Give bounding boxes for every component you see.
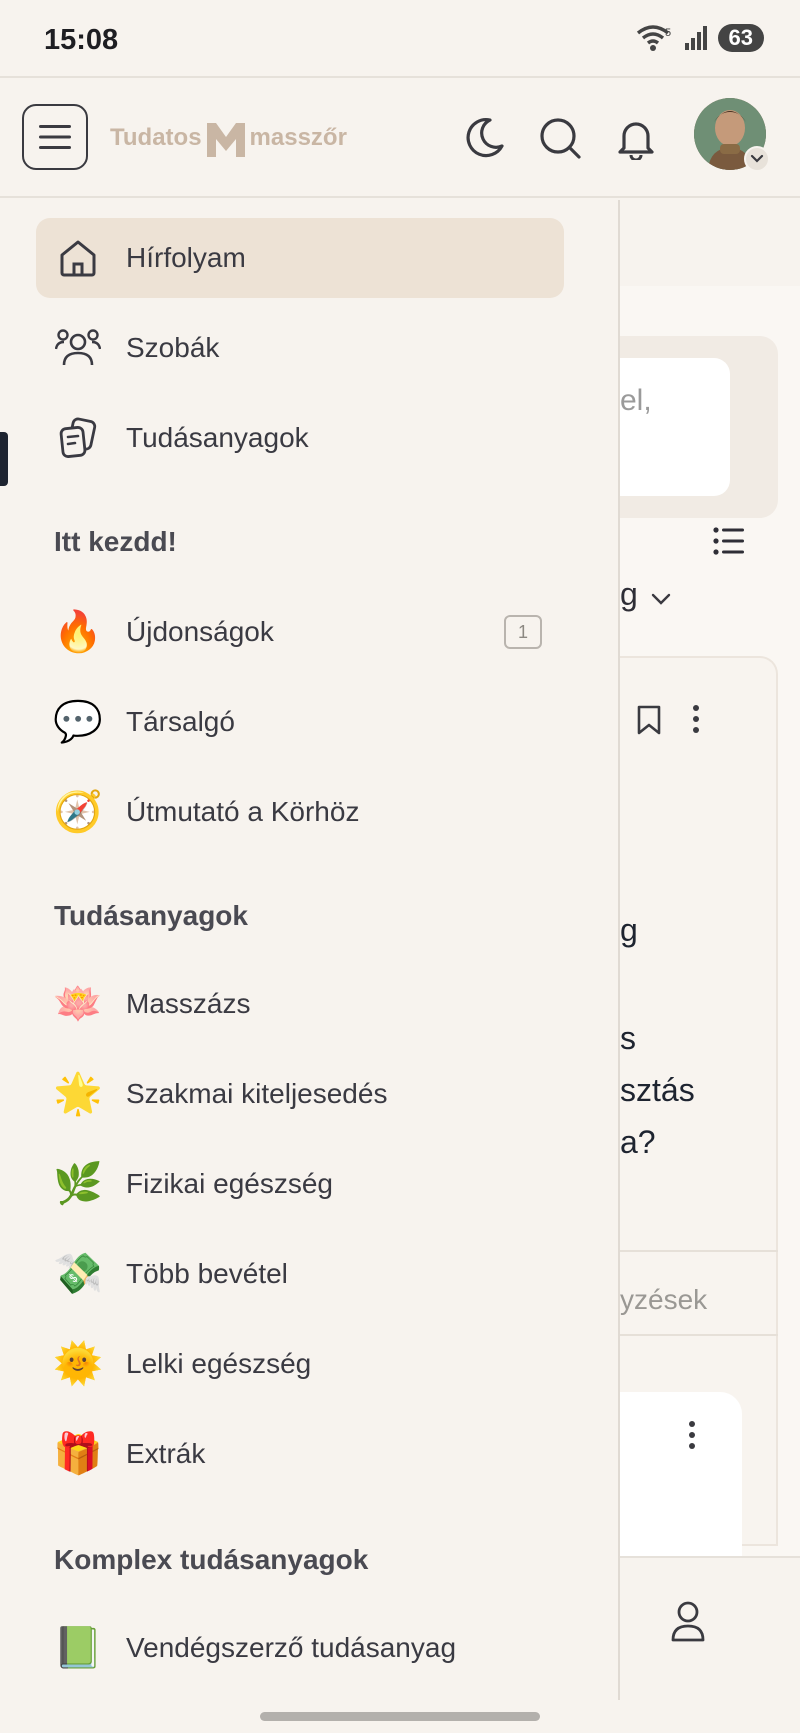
section-title-complex: Komplex tudásanyagok [54,1544,369,1575]
app-header: Tudatos masszőr [0,80,800,198]
nav-item-szobak[interactable]: Szobák [36,308,564,388]
section-title-start: Itt kezdd! [54,526,177,557]
nav-item-label: Tudásanyagok [126,422,309,453]
battery-indicator: 63 [717,24,764,52]
composer-card: el, [620,336,778,518]
nav-item-label: Hírfolyam [126,242,246,273]
next-post-card [620,1392,742,1562]
nav-item-label: Több bevétel [126,1258,288,1289]
nav-item-label: Szobák [126,332,220,363]
lotus-icon: 🪷 [53,982,103,1026]
nav-item-label: Masszázs [126,988,251,1019]
menu-button[interactable] [22,104,88,170]
compass-icon: 🧭 [53,790,103,834]
documents-icon [59,417,97,458]
status-time: 15:08 [44,24,119,56]
post-text-line: g [620,912,638,948]
nav-item-tarsalgo[interactable]: 💬 Társalgó [36,682,564,762]
section-title-knowledge: Tudásanyagok [54,900,248,931]
herb-icon: 🌿 [53,1162,103,1206]
unread-badge: 1 [504,615,542,649]
filter-fragment: g [620,576,638,612]
people-icon [55,329,101,366]
gift-icon: 🎁 [53,1432,103,1476]
nav-item-extrak[interactable]: 🎁 Extrák [36,1414,564,1494]
menu-icon [39,125,71,149]
composer-fragment: el, [620,384,652,417]
sun-icon: 🌞 [53,1342,103,1386]
feed-filter[interactable]: g [620,576,638,613]
post-divider [620,1334,778,1336]
status-bar: 15:08 5 63 [0,0,800,78]
star-icon: 🌟 [53,1072,103,1116]
composer-input[interactable]: el, [620,358,730,496]
post-text-line: a? [620,1124,656,1160]
nav-drawer: Hírfolyam Szobák Tudásanyagok Itt kezdd!… [0,200,620,1700]
nav-item-ujdonsagok[interactable]: 🔥 Újdonságok 1 [36,592,564,672]
nav-item-tudasanyagok[interactable]: Tudásanyagok [36,398,564,478]
bottom-nav [620,1556,800,1698]
nav-item-label: Társalgó [126,706,235,737]
home-indicator[interactable] [260,1712,540,1721]
wifi-icon: 5 [636,25,671,51]
feed-background: el, g g s sztás a? yzések [620,200,800,1700]
nav-item-bevetel[interactable]: 💸 Több bevétel [36,1234,564,1314]
nav-item-label: Lelki egészség [126,1348,312,1379]
drawer-edge-indicator [0,432,8,486]
bookmark-icon[interactable] [636,704,662,736]
nav-item-utmutato[interactable]: 🧭 Útmutató a Körhöz [36,772,564,852]
post-divider [620,1250,778,1252]
app-logo[interactable]: Tudatos masszőr [110,116,347,160]
nav-item-label: Extrák [126,1438,206,1469]
home-icon [60,240,96,277]
nav-item-label: Újdonságok [126,616,274,647]
comments-link[interactable]: yzések [620,1284,707,1316]
logo-text-right: masszőr [249,124,347,151]
fire-icon: 🔥 [53,610,103,654]
profile-icon[interactable] [670,1600,706,1642]
wifi-badge: 5 [665,27,671,39]
signal-icon [684,26,707,50]
post-text-line: sztás [620,1072,695,1108]
logo-text-left: Tudatos [110,124,202,151]
filter-chevron-icon[interactable] [650,592,672,606]
bell-icon[interactable] [614,116,658,160]
green-book-icon: 📗 [53,1626,103,1670]
post-text-line: s [620,1020,636,1056]
nav-item-label: Útmutató a Körhöz [126,796,360,827]
nav-item-fizikai[interactable]: 🌿 Fizikai egészség [36,1144,564,1224]
more-options-icon[interactable] [690,704,702,734]
speech-bubble-icon: 💬 [53,700,103,744]
money-icon: 💸 [53,1252,103,1296]
nav-item-szakmai[interactable]: 🌟 Szakmai kiteljesedés [36,1054,564,1134]
search-icon[interactable] [538,116,582,160]
account-menu-chevron[interactable] [744,146,770,172]
more-options-icon[interactable] [686,1420,698,1450]
nav-item-lelki[interactable]: 🌞 Lelki egészség [36,1324,564,1404]
chevron-down-icon [750,154,764,163]
list-view-icon[interactable] [712,526,746,556]
logo-mark-icon [206,123,245,157]
nav-item-label: Szakmai kiteljesedés [126,1078,388,1109]
nav-item-vendegszerzo[interactable]: 📗 Vendégszerző tudásanyag [36,1608,564,1688]
moon-icon[interactable] [462,116,506,160]
nav-item-masszazs[interactable]: 🪷 Masszázs [36,964,564,1044]
nav-item-hirfolyam[interactable]: Hírfolyam [36,218,564,298]
nav-item-label: Fizikai egészség [126,1168,333,1199]
status-icons: 5 63 [636,24,764,52]
nav-item-label: Vendégszerző tudásanyag [126,1632,457,1663]
